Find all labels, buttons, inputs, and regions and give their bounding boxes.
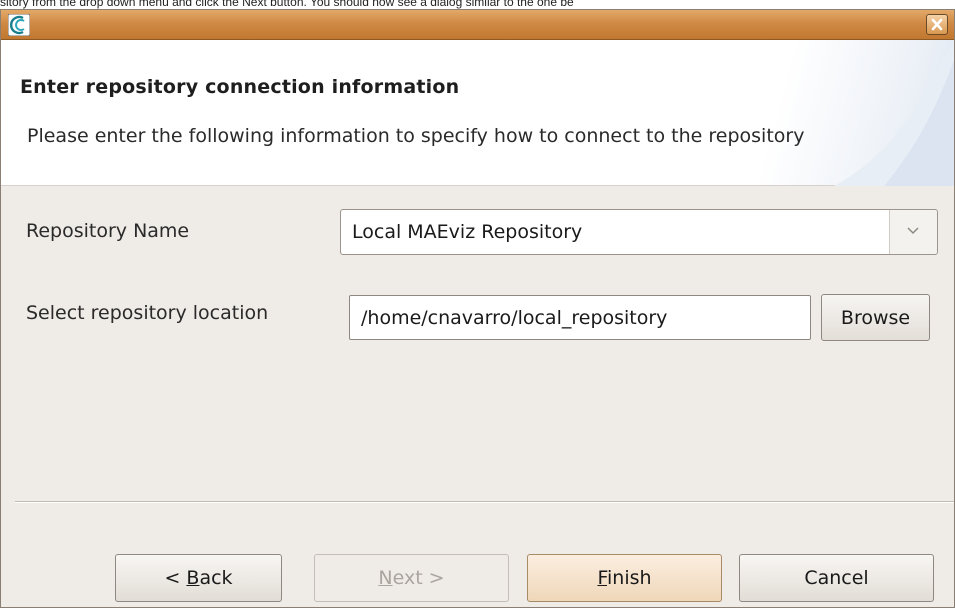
wizard-page-description: Please enter the following information t… bbox=[27, 125, 805, 147]
next-mnemonic: N bbox=[378, 567, 393, 589]
repository-name-value: Local MAEviz Repository bbox=[352, 221, 583, 243]
finish-rest: inish bbox=[607, 567, 652, 589]
back-button[interactable]: < Back bbox=[115, 554, 282, 602]
back-mnemonic: B bbox=[186, 567, 200, 589]
repository-name-label: Repository Name bbox=[26, 220, 190, 242]
title-bar[interactable] bbox=[1, 10, 954, 40]
page-caption-text: sitory from the drop down menu and click… bbox=[0, 0, 574, 9]
button-bar-separator bbox=[15, 501, 954, 503]
finish-mnemonic: F bbox=[597, 567, 607, 589]
next-button[interactable]: Next > bbox=[314, 554, 509, 602]
header-decoration-graphic bbox=[834, 40, 954, 186]
wizard-header: Enter repository connection information … bbox=[1, 40, 954, 186]
next-rest: ext > bbox=[392, 567, 445, 589]
repository-name-combo[interactable]: Local MAEviz Repository bbox=[340, 209, 938, 255]
dialog-window: Enter repository connection information … bbox=[0, 9, 955, 608]
cancel-button[interactable]: Cancel bbox=[739, 554, 934, 602]
dropdown-button[interactable] bbox=[889, 210, 937, 254]
wizard-page-title: Enter repository connection information bbox=[20, 76, 460, 98]
close-button[interactable] bbox=[926, 14, 948, 35]
finish-button[interactable]: Finish bbox=[527, 554, 722, 602]
chevron-down-icon bbox=[907, 227, 919, 235]
back-prefix: < bbox=[164, 567, 187, 589]
repository-location-label: Select repository location bbox=[26, 302, 269, 324]
back-rest: ack bbox=[199, 567, 233, 589]
repository-location-input[interactable] bbox=[349, 295, 811, 340]
browse-button[interactable]: Browse bbox=[821, 294, 930, 341]
application-logo-icon bbox=[7, 13, 31, 37]
close-x-icon bbox=[931, 18, 943, 31]
